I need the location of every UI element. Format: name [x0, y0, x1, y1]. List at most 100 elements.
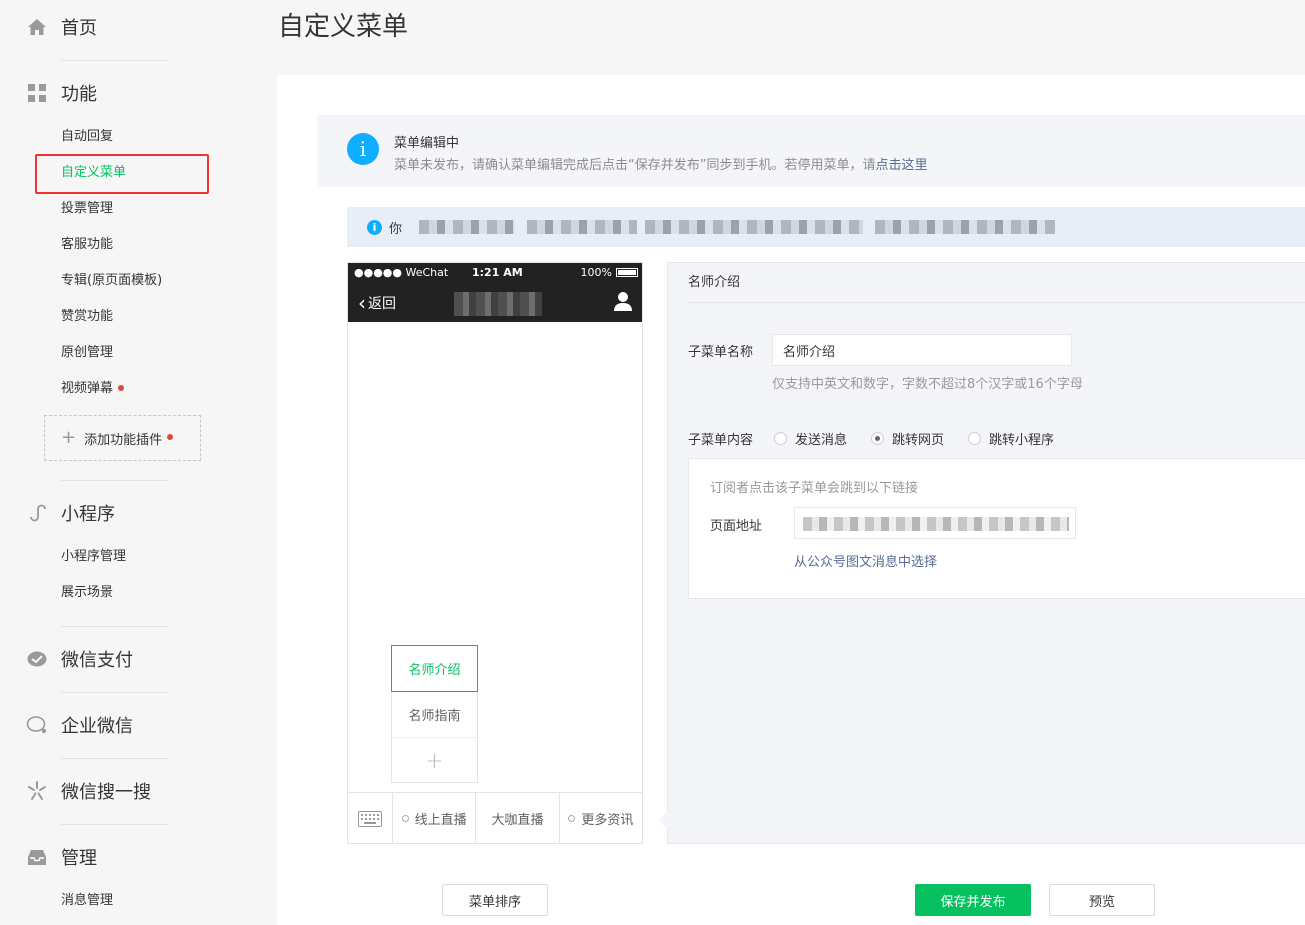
- nav-manage-label: 管理: [61, 848, 97, 869]
- nav-miniprogram[interactable]: 小程序: [26, 499, 115, 527]
- notice-title: 菜单编辑中: [394, 136, 460, 151]
- radio-send-message[interactable]: 发送消息: [774, 429, 847, 448]
- sidebar-item-original[interactable]: 原创管理: [61, 343, 113, 363]
- phone-header: ●●●●● WeChat 1:21 AM 100% ‹ 返回: [348, 263, 642, 322]
- menu-item-more[interactable]: 更多资讯: [560, 793, 642, 844]
- editor-header: 名师介绍: [688, 263, 1305, 303]
- submenu-dot-icon: [401, 815, 409, 822]
- phone-navbar: ‹ 返回: [348, 285, 642, 321]
- nav-work-wechat-label: 企业微信: [61, 716, 133, 737]
- editing-notice: i 菜单编辑中 菜单未发布，请确认菜单编辑完成后点击“保存并发布”同步到手机。若…: [317, 115, 1305, 187]
- home-icon: [26, 16, 48, 38]
- editor-pointer: [659, 811, 668, 829]
- info-icon: i: [347, 133, 379, 165]
- nav-wechat-search-label: 微信搜一搜: [61, 782, 151, 803]
- menu-sort-button[interactable]: 菜单排序: [442, 884, 548, 916]
- submenu-content-label: 子菜单内容: [688, 433, 754, 448]
- sidebar-item-message-manage[interactable]: 消息管理: [61, 891, 113, 911]
- radio-circle: [968, 432, 981, 445]
- sidebar-item-miniprogram-manage[interactable]: 小程序管理: [61, 547, 126, 567]
- radio-circle: [774, 432, 787, 445]
- sidebar-item-vote[interactable]: 投票管理: [61, 199, 113, 219]
- submenu-item[interactable]: 名师指南: [392, 692, 477, 738]
- blurred-account-name: [454, 292, 542, 316]
- battery-label: 100%: [580, 266, 612, 279]
- page-url-input[interactable]: [794, 507, 1076, 539]
- menu-item-live-label: 线上直播: [414, 813, 467, 828]
- preview-button[interactable]: 预览: [1049, 884, 1155, 916]
- phone-menubar: 线上直播 大咖直播 更多资讯: [348, 792, 642, 844]
- wechat-search-icon: [26, 780, 48, 802]
- nav-home[interactable]: 首页: [26, 13, 97, 41]
- info-bar: i 你: [347, 207, 1305, 247]
- submenu-dot-icon: [568, 815, 576, 822]
- blurred-text: [419, 220, 515, 234]
- add-plugin-button[interactable]: + 添加功能插件: [44, 415, 201, 461]
- keyboard-icon: [348, 793, 393, 844]
- menu-item-vip-live[interactable]: 大咖直播: [476, 793, 560, 844]
- blurred-url: [803, 517, 1069, 531]
- menu-editor-panel: 名师介绍 子菜单名称 仅支持中英文和数字，字数不超过8个汉字或16个字母 子菜单…: [659, 262, 1305, 844]
- inbox-icon: [26, 846, 48, 868]
- back-button: ‹ 返回: [358, 293, 396, 313]
- menu-item-live[interactable]: 线上直播: [393, 793, 477, 844]
- nav-wechat-search[interactable]: 微信搜一搜: [26, 777, 151, 805]
- choose-from-articles-link[interactable]: 从公众号图文消息中选择: [794, 551, 937, 570]
- page-title: 自定义菜单: [278, 12, 409, 42]
- battery-icon: [616, 268, 638, 277]
- submenu-item-selected[interactable]: 名师介绍: [391, 645, 478, 692]
- battery: 100%: [581, 266, 638, 279]
- divider: [61, 60, 169, 61]
- nav-manage[interactable]: 管理: [26, 843, 97, 871]
- info-small-icon: i: [367, 220, 382, 235]
- submenu-name-input[interactable]: [772, 334, 1072, 366]
- sidebar-item-album[interactable]: 专辑(原页面模板): [61, 271, 162, 291]
- sidebar-item-display-scene[interactable]: 展示场景: [61, 583, 113, 603]
- disable-menu-link[interactable]: 点击这里: [875, 158, 927, 173]
- radio-jump-webpage-label: 跳转网页: [892, 433, 945, 448]
- nav-work-wechat[interactable]: 企业微信: [26, 711, 133, 739]
- status-time: 1:21 AM: [472, 266, 523, 279]
- sidebar: 首页 功能 自动回复 自定义菜单 投票管理 客服功能 专辑(原页面模板) 赞赏功…: [0, 0, 276, 925]
- chevron-left-icon: ‹: [358, 291, 366, 315]
- link-settings-box: 订阅者点击该子菜单会跳到以下链接 页面地址 从公众号图文消息中选择: [688, 458, 1305, 599]
- carrier-label: ●●●●● WeChat: [354, 266, 449, 279]
- submenu-name-hint: 仅支持中英文和数字，字数不超过8个汉字或16个字母: [772, 377, 1083, 392]
- menu-item-more-label: 更多资讯: [581, 813, 634, 828]
- nav-home-label: 首页: [61, 18, 97, 39]
- phone-preview: ●●●●● WeChat 1:21 AM 100% ‹ 返回 名师介绍 名师指南 …: [347, 262, 643, 844]
- add-submenu-button[interactable]: +: [392, 738, 477, 784]
- save-publish-button[interactable]: 保存并发布: [915, 884, 1031, 916]
- add-plugin-label: 添加功能插件: [84, 432, 163, 448]
- new-badge-dot: [118, 384, 125, 391]
- divider: [61, 824, 169, 825]
- submenu-popup: 名师介绍 名师指南 +: [391, 645, 478, 783]
- radio-send-message-label: 发送消息: [795, 433, 848, 448]
- divider: [61, 480, 169, 481]
- radio-jump-miniprogram-label: 跳转小程序: [989, 433, 1055, 448]
- divider: [61, 692, 169, 693]
- blurred-text: [527, 220, 637, 234]
- sidebar-item-video-danmu[interactable]: 视频弹幕: [61, 379, 125, 399]
- nav-wechat-pay[interactable]: 微信支付: [26, 645, 133, 673]
- grid-icon: [26, 82, 48, 104]
- radio-jump-webpage[interactable]: 跳转网页: [871, 429, 944, 448]
- radio-jump-miniprogram[interactable]: 跳转小程序: [968, 429, 1054, 448]
- sidebar-item-video-danmu-label: 视频弹幕: [61, 381, 114, 396]
- link-description: 订阅者点击该子菜单会跳到以下链接: [710, 481, 919, 496]
- divider: [61, 758, 169, 759]
- sidebar-item-reward[interactable]: 赞赏功能: [61, 307, 113, 327]
- sidebar-item-customer-service[interactable]: 客服功能: [61, 235, 113, 255]
- work-wechat-icon: [26, 714, 48, 736]
- blurred-text: [645, 220, 863, 234]
- notice-desc-text: 菜单未发布，请确认菜单编辑完成后点击“保存并发布”同步到手机。若停用菜单，请: [394, 158, 876, 173]
- notice-desc: 菜单未发布，请确认菜单编辑完成后点击“保存并发布”同步到手机。若停用菜单，请点击…: [394, 154, 928, 173]
- nav-features-label: 功能: [61, 84, 97, 105]
- plus-icon: +: [61, 427, 77, 448]
- active-highlight-box: [35, 154, 209, 194]
- page-url-label: 页面地址: [710, 519, 763, 534]
- nav-features[interactable]: 功能: [26, 79, 97, 107]
- status-bar: ●●●●● WeChat 1:21 AM 100%: [354, 266, 638, 282]
- new-badge-dot: [167, 434, 174, 440]
- sidebar-item-auto-reply[interactable]: 自动回复: [61, 127, 113, 147]
